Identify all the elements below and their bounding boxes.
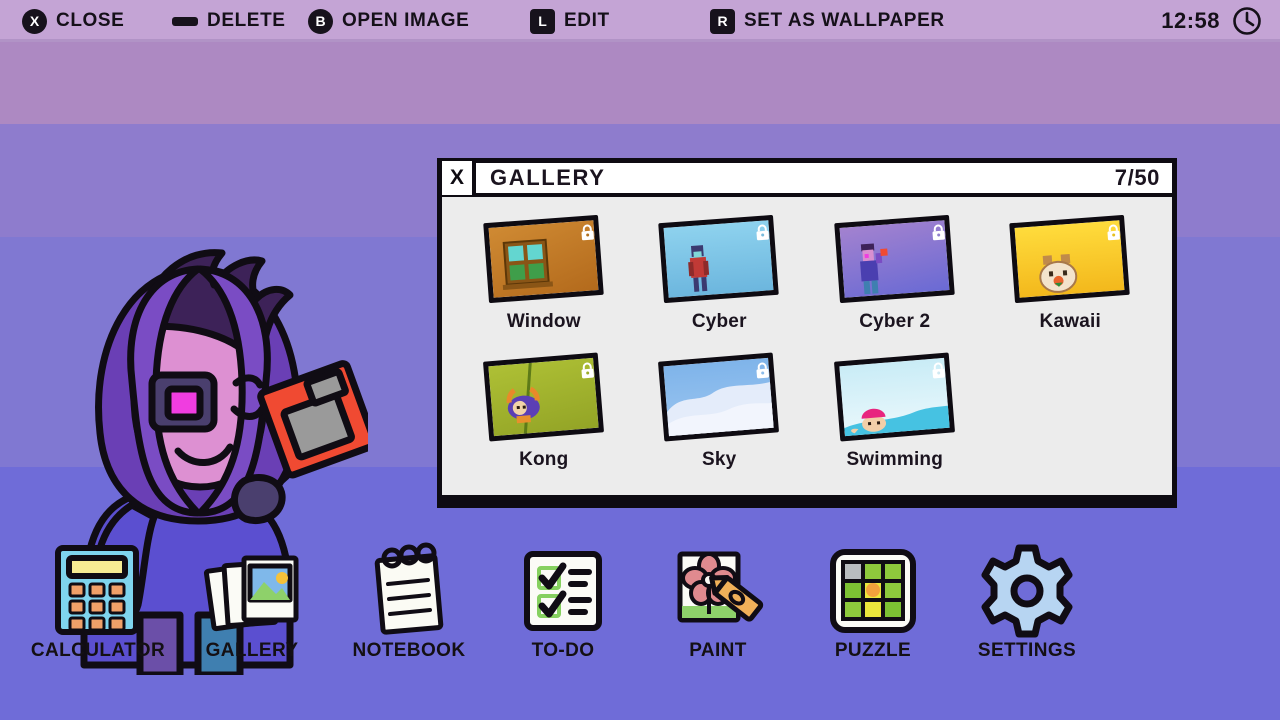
- gallery-grid: Window Cyber Cyber 2 Kawaii Kong Sky Swi…: [442, 197, 1172, 495]
- gallery-item-label: Swimming: [846, 449, 944, 470]
- calculator-icon: [23, 540, 173, 640]
- dock-label-settings: SETTINGS: [977, 640, 1077, 661]
- paint-icon: [643, 540, 793, 640]
- lock-icon: [1107, 224, 1121, 241]
- topbar-open-image-label: OPEN IMAGE: [342, 10, 470, 31]
- dock-item-paint[interactable]: PAINT: [643, 540, 793, 662]
- app-dock: CALCULATOR GALLERY NOTEBOOK TO-DO PAINT …: [0, 540, 1280, 690]
- lock-icon: [581, 224, 594, 241]
- topbar-set-wallpaper-action[interactable]: R SET AS WALLPAPER: [710, 0, 945, 42]
- dock-label-notebook: NOTEBOOK: [352, 640, 466, 661]
- gallery-empty-slot: [983, 353, 1159, 491]
- dock-item-notebook[interactable]: NOTEBOOK: [334, 540, 484, 662]
- gear-icon: [952, 540, 1102, 640]
- gallery-item-label: Sky: [702, 449, 737, 470]
- gallery-row: Window Cyber Cyber 2 Kawaii: [456, 214, 1159, 353]
- lock-icon: [581, 362, 594, 379]
- gallery-window: X GALLERY 7/50 Window Cyber Cyber 2 Kawa…: [437, 158, 1177, 508]
- topbar-delete-action[interactable]: DELETE: [172, 0, 286, 42]
- lock-icon: [932, 362, 945, 379]
- gallery-row: Kong Sky Swimming: [456, 352, 1159, 491]
- button-b-icon: B: [308, 8, 333, 34]
- dock-item-todo[interactable]: TO-DO: [488, 540, 638, 662]
- gallery-item-cyber[interactable]: Cyber: [632, 214, 808, 353]
- gallery-item-label: Kawaii: [1039, 311, 1101, 332]
- gallery-item-window[interactable]: Window: [456, 214, 632, 353]
- dock-label-paint: PAINT: [689, 640, 747, 661]
- dock-item-gallery[interactable]: GALLERY: [177, 540, 327, 662]
- button-x-icon: X: [22, 8, 47, 34]
- gallery-item-kong[interactable]: Kong: [456, 352, 632, 491]
- topbar-close-label: CLOSE: [56, 10, 125, 31]
- topbar-open-image-action[interactable]: B OPEN IMAGE: [308, 0, 469, 42]
- topbar-clock: 12:58: [1161, 6, 1262, 36]
- button-l-icon: L: [530, 8, 555, 34]
- gallery-item-label: Kong: [519, 449, 569, 470]
- button-r-icon: R: [710, 8, 735, 34]
- gallery-item-sky[interactable]: Sky: [632, 352, 808, 491]
- gallery-item-swimming[interactable]: Swimming: [807, 352, 983, 491]
- dock-label-calculator: CALCULATOR: [30, 640, 166, 661]
- background-band-1: [0, 42, 1280, 124]
- dock-label-todo: TO-DO: [531, 640, 595, 661]
- gallery-item-cyber-2[interactable]: Cyber 2: [807, 214, 983, 353]
- gallery-item-label: Cyber: [691, 311, 747, 332]
- puzzle-icon: [798, 540, 948, 640]
- topbar-close-action[interactable]: X CLOSE: [22, 0, 124, 42]
- window-title: GALLERY: [490, 165, 606, 190]
- lock-icon: [756, 224, 770, 241]
- gallery-counter: 7/50: [1114, 165, 1160, 190]
- dock-item-puzzle[interactable]: PUZZLE: [798, 540, 948, 662]
- gallery-item-label: Window: [506, 311, 581, 332]
- notepad-icon: [334, 540, 484, 640]
- lock-icon: [756, 362, 770, 379]
- dock-label-puzzle: PUZZLE: [834, 640, 912, 661]
- clock-icon: [1233, 7, 1261, 35]
- clock-time: 12:58: [1161, 8, 1220, 33]
- checklist-icon: [488, 540, 638, 640]
- close-icon[interactable]: X: [442, 161, 476, 195]
- lock-icon: [932, 224, 945, 241]
- gallery-item-label: Cyber 2: [859, 311, 931, 332]
- dock-label-gallery: GALLERY: [205, 640, 299, 661]
- topbar-edit-label: EDIT: [564, 10, 610, 31]
- topbar-edit-action[interactable]: L EDIT: [530, 0, 610, 42]
- gallery-title-bar: X GALLERY 7/50: [442, 161, 1172, 197]
- topbar-set-wallpaper-label: SET AS WALLPAPER: [744, 10, 945, 31]
- dock-item-calculator[interactable]: CALCULATOR: [23, 540, 173, 662]
- button-minus-icon: [172, 16, 198, 26]
- top-action-bar: X CLOSE DELETE B OPEN IMAGE L EDIT R SET…: [0, 0, 1280, 42]
- gallery-item-kawaii[interactable]: Kawaii: [983, 214, 1159, 353]
- photos-icon: [177, 540, 327, 640]
- dock-item-settings[interactable]: SETTINGS: [952, 540, 1102, 662]
- topbar-delete-label: DELETE: [207, 10, 286, 31]
